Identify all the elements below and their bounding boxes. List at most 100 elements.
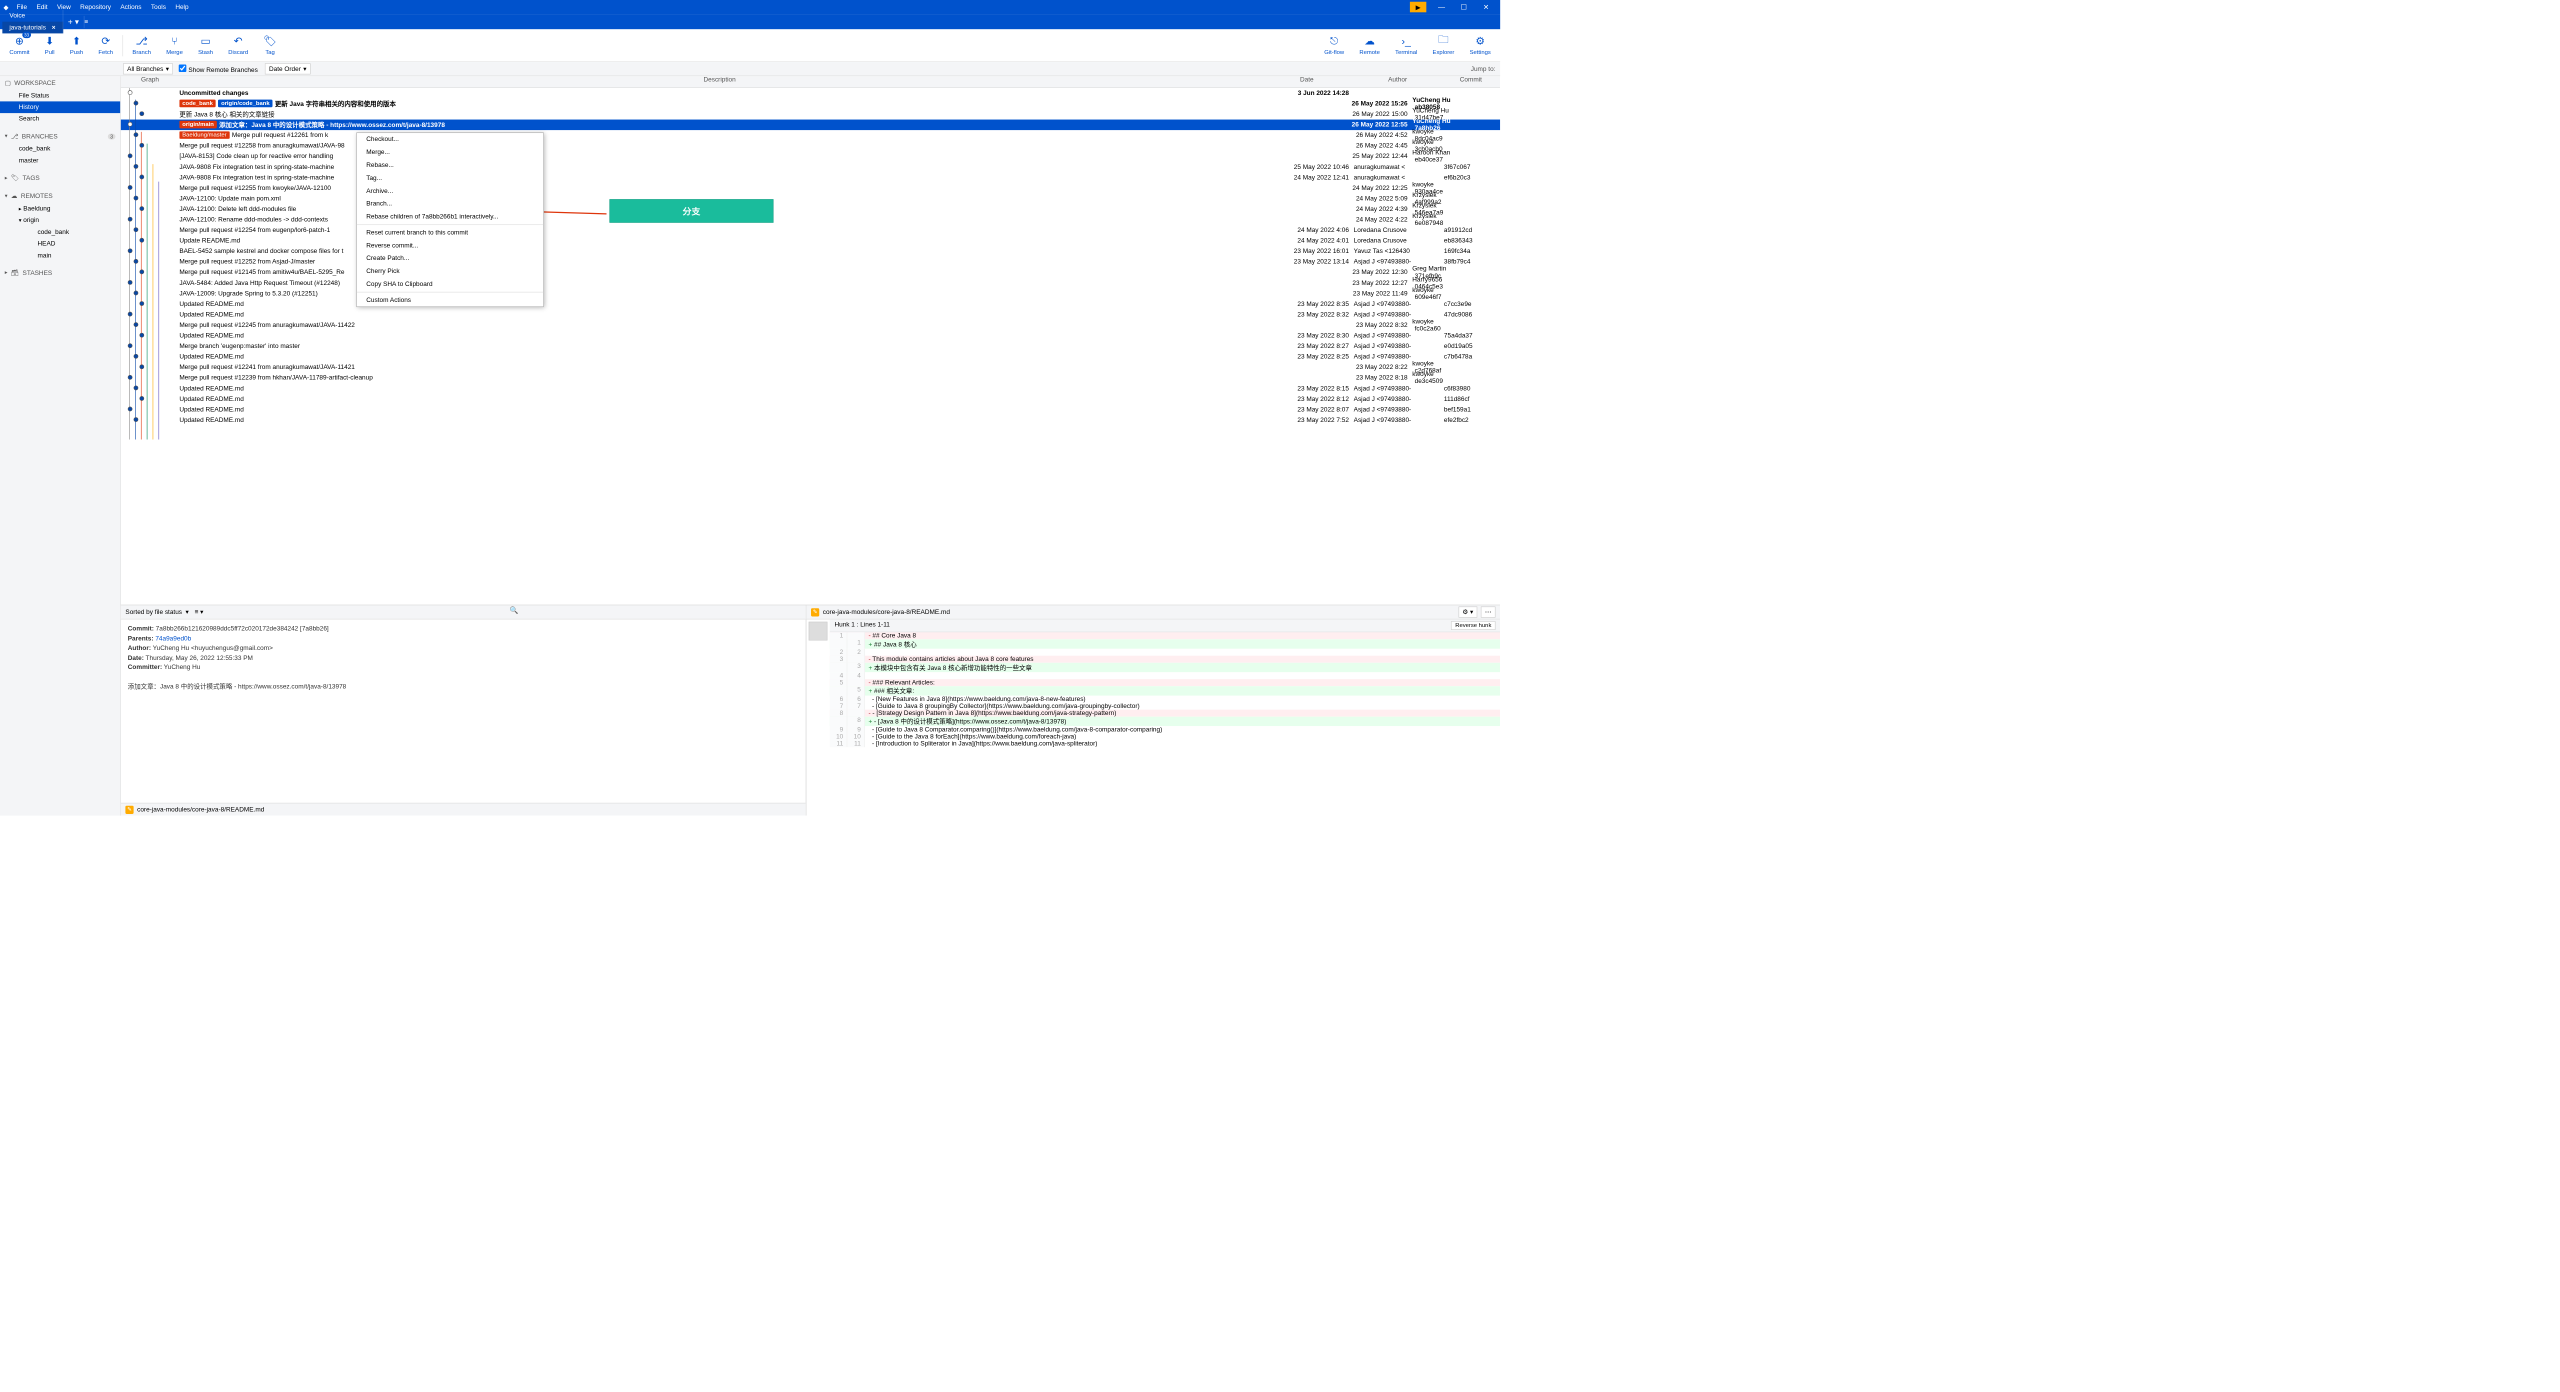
commit-row[interactable]: JAVA-12100: Delete left ddd-modules file… <box>121 204 1500 215</box>
tag-button[interactable]: 🏷Tag <box>261 35 279 56</box>
tags-section[interactable]: ▸ 🏷 TAGS <box>0 171 120 184</box>
commit-row[interactable]: Merge pull request #12239 from hkhan/JAV… <box>121 373 1500 384</box>
sidebar-remote-Baeldung[interactable]: ▸ Baeldung <box>0 203 120 215</box>
commit-row[interactable]: Baeldung/masterMerge pull request #12261… <box>121 130 1500 141</box>
diff-line[interactable]: 1111- [Introduction to Spliterator in Ja… <box>830 740 1500 747</box>
sidebar-remote-ref-main[interactable]: main <box>0 250 120 262</box>
commit-button[interactable]: ⊕33 Commit <box>7 35 32 56</box>
diff-line[interactable]: 8- [Java 8 中的设计模式策略](https://www.ossez.c… <box>830 717 1500 726</box>
terminal-button[interactable]: ›_Terminal <box>1393 35 1420 56</box>
branch-tag[interactable]: origin/main <box>179 121 216 129</box>
diff-line[interactable]: 1010- [Guide to the Java 8 forEach](http… <box>830 733 1500 740</box>
context-menu-item[interactable]: Branch... <box>357 197 543 210</box>
diff-line[interactable]: 3本模块中包含有关 Java 8 核心新增功能特性的一些文章 <box>830 663 1500 672</box>
fetch-button[interactable]: ⟳Fetch <box>96 35 115 56</box>
menu-repository[interactable]: Repository <box>75 4 115 11</box>
diff-line[interactable]: 1## Java 8 核心 <box>830 639 1500 648</box>
remote-button[interactable]: ☁Remote <box>1357 35 1382 56</box>
commit-row[interactable]: JAVA-9808 Fix integration test in spring… <box>121 172 1500 183</box>
commit-row[interactable]: Update README.md 24 May 2022 4:01 Loreda… <box>121 236 1500 247</box>
diff-settings-button[interactable]: ⚙ ▾ <box>1458 607 1477 618</box>
commit-row[interactable]: [JAVA-8153] Code clean up for reactive e… <box>121 151 1500 162</box>
menu-tools[interactable]: Tools <box>146 4 170 11</box>
add-tab-button[interactable]: + ▾ <box>63 16 84 28</box>
context-menu-item[interactable]: Rebase children of 7a8bb266b1 interactiv… <box>357 210 543 223</box>
date-order-dropdown[interactable]: Date Order ▾ <box>265 63 311 74</box>
diff-line[interactable]: 8- [Strategy Design Pattern in Java 8](h… <box>830 710 1500 717</box>
commit-row[interactable]: Updated README.md 23 May 2022 8:32 Asjad… <box>121 309 1500 320</box>
stash-button[interactable]: ▭Stash <box>196 35 216 56</box>
commit-row[interactable]: Updated README.md 23 May 2022 8:25 Asjad… <box>121 352 1500 363</box>
context-menu-item[interactable]: Tag... <box>357 172 543 185</box>
remotes-section[interactable]: ▾ ☁ REMOTES <box>0 189 120 202</box>
stashes-section[interactable]: ▸ 🗃 STASHES <box>0 266 120 279</box>
commit-row[interactable]: Merge pull request #12252 from Asjad-J/m… <box>121 257 1500 268</box>
context-menu-item[interactable]: Cherry Pick <box>357 265 543 278</box>
show-remote-checkbox[interactable]: Show Remote Branches <box>179 64 258 73</box>
commit-row[interactable]: Merge pull request #12258 from anuragkum… <box>121 141 1500 152</box>
branch-tag[interactable]: origin/code_bank <box>218 100 272 108</box>
changed-files[interactable]: ✎ core-java-modules/core-java-8/README.m… <box>121 803 806 816</box>
commit-row[interactable]: code_bankorigin/code_bank更新 Java 字符串相关的内… <box>121 98 1500 109</box>
context-menu-item[interactable]: Rebase... <box>357 159 543 172</box>
sidebar-file-status[interactable]: File Status <box>0 90 120 102</box>
commit-row[interactable]: Updated README.md 23 May 2022 8:15 Asjad… <box>121 383 1500 394</box>
commit-row[interactable]: JAVA-5484: Added Java Http Request Timeo… <box>121 278 1500 289</box>
sidebar-remote-origin[interactable]: ▾ origin <box>0 214 120 226</box>
settings-button[interactable]: ⚙Settings <box>1467 35 1493 56</box>
branches-section[interactable]: ▾ ⎇ BRANCHES3 <box>0 130 120 143</box>
gitflow-button[interactable]: ⎋Git-flow <box>1322 35 1347 56</box>
commit-row[interactable]: JAVA-12009: Upgrade Spring to 5.3.20 (#1… <box>121 288 1500 299</box>
runner-button[interactable]: ▶ <box>1410 2 1426 13</box>
commit-row[interactable]: Merge pull request #12145 from amitiw4u/… <box>121 267 1500 278</box>
diff-line[interactable]: 5### Relevant Articles: <box>830 679 1500 686</box>
diff-line[interactable]: 5### 相关文章: <box>830 686 1500 695</box>
discard-button[interactable]: ↶Discard <box>226 35 251 56</box>
branch-tag[interactable]: Baeldung/master <box>179 131 229 139</box>
commit-row[interactable]: Merge branch 'eugenp:master' into master… <box>121 341 1500 352</box>
context-menu-item[interactable]: Checkout... <box>357 133 543 146</box>
commit-row[interactable]: Updated README.md 23 May 2022 8:07 Asjad… <box>121 404 1500 415</box>
sidebar-remote-ref-HEAD[interactable]: HEAD <box>0 238 120 250</box>
commit-row[interactable]: Merge pull request #12255 from kwoyke/JA… <box>121 183 1500 194</box>
sidebar-branch-code_bank[interactable]: code_bank <box>0 143 120 155</box>
context-menu-item[interactable]: Copy SHA to Clipboard <box>357 278 543 291</box>
explorer-button[interactable]: 🗀Explorer <box>1430 35 1457 56</box>
commit-row[interactable]: BAEL-5452 sample kestrel and docker comp… <box>121 246 1500 257</box>
commit-row[interactable]: Updated README.md 23 May 2022 8:30 Asjad… <box>121 331 1500 342</box>
commit-row[interactable]: JAVA-12100: Update main pom.xml 24 May 2… <box>121 193 1500 204</box>
commit-row[interactable]: Merge pull request #12254 from eugenp/lo… <box>121 225 1500 236</box>
sort-bar[interactable]: Sorted by file status ▾ ≡ ▾ 🔍 <box>121 605 806 619</box>
commit-row[interactable]: Uncommitted changes 3 Jun 2022 14:28 <box>121 88 1500 99</box>
commit-row[interactable]: Updated README.md 23 May 2022 7:52 Asjad… <box>121 415 1500 426</box>
hamburger-icon[interactable]: ≡ <box>84 18 92 25</box>
diff-line[interactable]: 22 <box>830 649 1500 656</box>
menu-actions[interactable]: Actions <box>116 4 147 11</box>
col-graph[interactable]: Graph <box>121 76 180 87</box>
sidebar-remote-ref-code_bank[interactable]: code_bank <box>0 226 120 238</box>
commit-row[interactable]: Merge pull request #12245 from anuragkum… <box>121 320 1500 331</box>
diff-line[interactable]: 1## Core Java 8 <box>830 632 1500 639</box>
diff-more-button[interactable]: ⋯ <box>1481 607 1496 618</box>
col-author[interactable]: Author <box>1354 76 1442 87</box>
branch-button[interactable]: ⎇Branch <box>130 35 153 56</box>
commit-row[interactable]: origin/main添加文章：Java 8 中的设计模式策略 - https:… <box>121 120 1500 131</box>
diff-line[interactable]: 99- [Guide to Java 8 Comparator.comparin… <box>830 726 1500 733</box>
tab-Voice[interactable]: Voice <box>2 10 63 22</box>
context-menu-item[interactable]: Reverse commit... <box>357 239 543 252</box>
col-date[interactable]: Date <box>1260 76 1354 87</box>
diff-line[interactable]: 44 <box>830 672 1500 679</box>
branch-filter-dropdown[interactable]: All Branches ▾ <box>123 63 173 74</box>
context-menu-item[interactable]: Merge... <box>357 146 543 159</box>
diff-line[interactable]: 3This module contains articles about Jav… <box>830 656 1500 663</box>
commit-row[interactable]: Merge pull request #12241 from anuragkum… <box>121 362 1500 373</box>
commit-row[interactable]: Updated README.md 23 May 2022 8:12 Asjad… <box>121 394 1500 405</box>
commit-row[interactable]: JAVA-9808 Fix integration test in spring… <box>121 162 1500 173</box>
sidebar-history[interactable]: History <box>0 101 120 113</box>
commit-row[interactable]: JAVA-12100: Rename ddd-modules -> ddd-co… <box>121 214 1500 225</box>
menu-help[interactable]: Help <box>171 4 194 11</box>
context-menu-item[interactable]: Archive... <box>357 185 543 198</box>
branch-tag[interactable]: code_bank <box>179 100 215 108</box>
col-commit[interactable]: Commit <box>1442 76 1501 87</box>
commit-row[interactable]: Updated README.md 23 May 2022 8:35 Asjad… <box>121 299 1500 310</box>
